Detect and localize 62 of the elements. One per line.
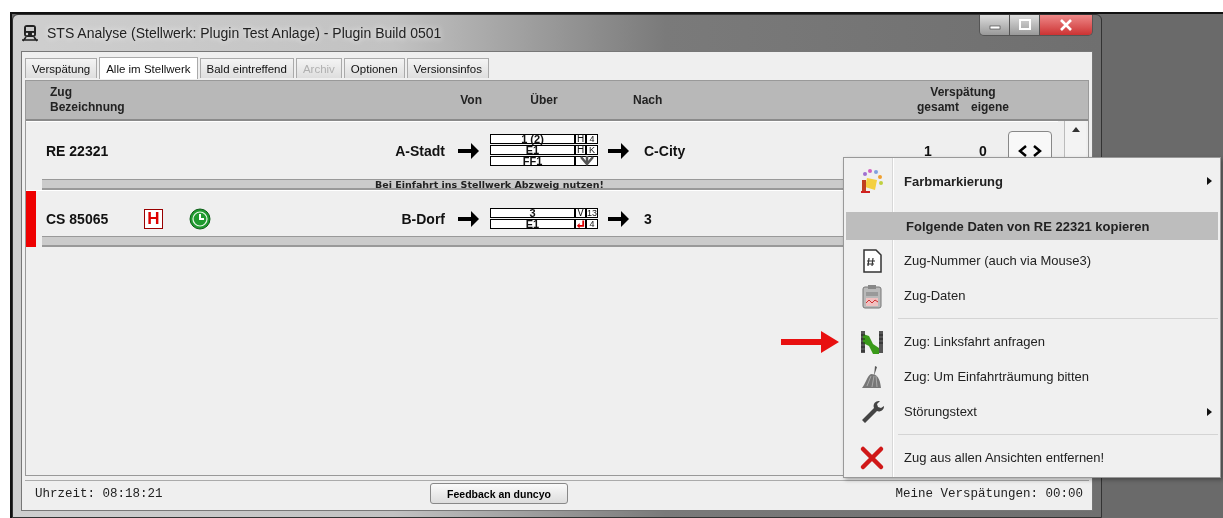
from-station: B-Dorf: [400, 211, 445, 227]
track-cell: 3: [490, 208, 575, 218]
arrow-icon: [781, 329, 841, 355]
tab[interactable]: Optionen: [343, 58, 405, 78]
menu-item[interactable]: Zug: Linksfahrt anfragen: [846, 324, 1218, 359]
track-cell: FF1: [490, 156, 575, 166]
clipboard-icon: [859, 282, 885, 309]
menu-item[interactable]: Zug: Um Einfahrträumung bitten: [846, 359, 1218, 394]
value-cell: K: [586, 145, 598, 155]
to-station: 3: [643, 211, 653, 227]
note-text: Bei Einfahrt ins Stellwerk Abzweig nutzen!: [375, 179, 604, 190]
window-title: STS Analyse (Stellwerk: Plugin Test Anlage) - Plugin Build 0501: [47, 25, 442, 41]
column-header: eigene: [971, 100, 1009, 115]
column-header: Von: [459, 93, 483, 107]
column-header: Zug: [50, 85, 73, 100]
menu-item[interactable]: Störungstext: [846, 394, 1218, 429]
tab[interactable]: Alle im Stellwerk: [99, 57, 198, 79]
palette-icon: [859, 168, 885, 194]
menu-item[interactable]: Farbmarkierung: [846, 160, 1218, 202]
clock-icon: [188, 208, 211, 230]
maximize-icon: [1017, 19, 1032, 31]
feedback-button[interactable]: Feedback an duncyo: [430, 483, 568, 504]
column-header: Nach: [632, 93, 664, 107]
train-name: RE 22321: [46, 142, 109, 159]
arrow-icon: [455, 209, 480, 229]
arrow-icon: [455, 140, 480, 161]
scroll-up-icon[interactable]: [1071, 127, 1080, 132]
tab[interactable]: Bald eintreffend: [199, 58, 294, 78]
train-icon: [21, 24, 39, 42]
clock-text: Uhrzeit: 08:18:21: [35, 486, 163, 501]
arrow-icon: [606, 140, 630, 161]
tab[interactable]: Verspätung: [25, 58, 98, 78]
column-header: Verspätung: [930, 85, 996, 100]
arrows-icon: [1018, 144, 1042, 157]
value-cell: 4: [586, 219, 598, 229]
menu-item[interactable]: Zug-Nummer (auch via Mouse3): [846, 243, 1218, 278]
tab[interactable]: Versionsinfos: [406, 58, 489, 78]
total-delay: 1: [924, 142, 932, 159]
menu-item[interactable]: Zug-Daten: [846, 278, 1218, 313]
track-cell: E1: [490, 145, 575, 155]
track-cell: E1: [490, 219, 575, 229]
track-icon: [859, 328, 885, 355]
column-header: Über: [529, 93, 559, 107]
column-header: Bezeichnung: [50, 100, 126, 115]
reverse-icon: [576, 219, 585, 229]
to-station: C-City: [643, 142, 687, 159]
from-station: A-Stadt: [394, 142, 445, 159]
menu-header: Folgende Daten von RE 22321 kopieren: [846, 212, 1218, 240]
close-button[interactable]: [1040, 15, 1092, 35]
cross-icon: [859, 444, 885, 471]
own-delay: 0: [979, 142, 987, 159]
own-delay-text: Meine Verspätungen: 00:00: [895, 486, 1083, 501]
column-header: gesamt: [916, 100, 959, 115]
arrow-icon: [606, 209, 630, 229]
value-cell: 4: [586, 134, 598, 144]
minimize-button[interactable]: [980, 15, 1010, 35]
value-cell: 13: [586, 208, 598, 218]
menu-item[interactable]: Zug aus allen Ansichten entfernen!: [846, 440, 1218, 475]
close-icon: [1059, 19, 1073, 31]
halt-sign: H: [144, 209, 163, 229]
maximize-button[interactable]: [1010, 15, 1040, 35]
train-name: CS 85065: [46, 211, 109, 227]
